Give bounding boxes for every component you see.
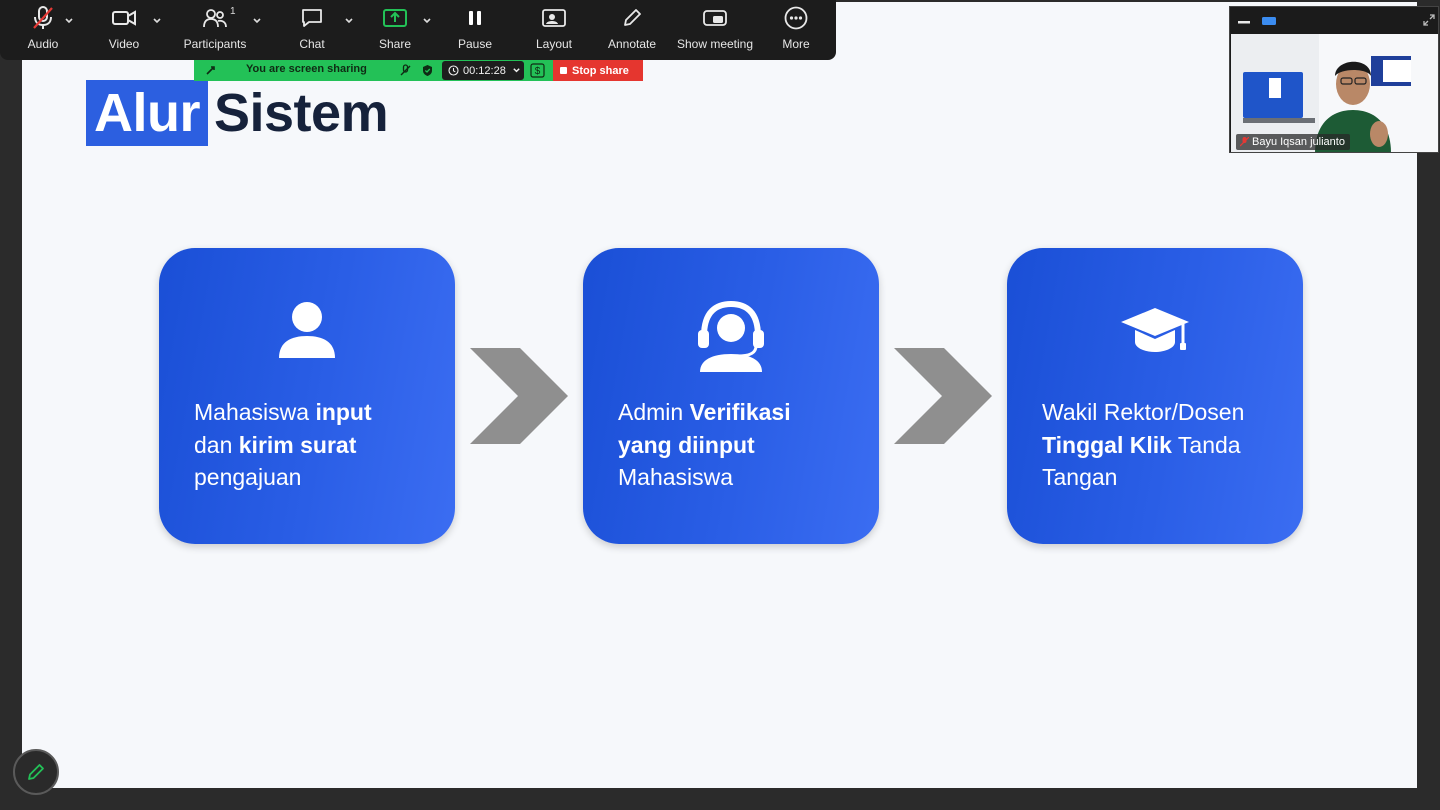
chevron-down-icon[interactable] [252, 16, 262, 26]
headset-support-icon [583, 300, 879, 374]
participants-label: Participants [183, 37, 247, 51]
step-card-admin-text: Admin Verifikasi yang diinput Mahasiswa [618, 399, 791, 490]
layout-button[interactable]: Layout [516, 0, 592, 60]
expand-icon[interactable] [1422, 13, 1436, 27]
annotate-button[interactable]: Annotate [592, 0, 672, 60]
video-button[interactable]: Video [86, 0, 162, 60]
pause-icon [434, 0, 516, 36]
step-card-rector-text: Wakil Rektor/Dosen Tinggal Klik Tanda Ta… [1042, 399, 1245, 490]
step-card-rector: Wakil Rektor/Dosen Tinggal Klik Tanda Ta… [1007, 248, 1303, 544]
participant-video-frame: Bayu Iqsan julianto [1231, 34, 1438, 152]
show-meeting-icon [672, 0, 758, 36]
participants-count: 1 [230, 6, 236, 17]
meeting-timer[interactable]: 00:12:28 [442, 61, 524, 80]
chevron-down-icon[interactable] [64, 16, 74, 26]
screen-sharing-bar: You are screen sharing 00:12:28 $ Stop s… [194, 60, 643, 81]
more-button[interactable]: More [758, 0, 834, 60]
pencil-icon [592, 0, 672, 36]
chat-bubble-icon [268, 0, 356, 36]
video-label: Video [108, 37, 140, 51]
share-label: Share [378, 37, 412, 51]
slide-title-highlight: Alur [86, 80, 208, 146]
audio-button[interactable]: Audio [0, 0, 86, 60]
participant-name-tag: Bayu Iqsan julianto [1236, 134, 1350, 150]
pencil-icon [28, 764, 44, 780]
chevron-arrow-icon [470, 348, 568, 444]
microphone-muted-icon [1240, 137, 1249, 147]
layout-icon [516, 0, 592, 36]
screen: Alur Sistem Mahasiswa input dan kirim su… [0, 0, 1440, 810]
stop-square-icon [560, 67, 567, 74]
show-meeting-label: Show meeting [676, 37, 754, 51]
step-card-admin: Admin Verifikasi yang diinput Mahasiswa [583, 248, 879, 544]
more-label: More [782, 37, 810, 51]
user-icon [159, 300, 455, 374]
chevron-arrow-icon [894, 348, 992, 444]
minimize-icon[interactable] [1238, 17, 1250, 25]
chat-button[interactable]: Chat [268, 0, 356, 60]
participant-video-thumbnail[interactable]: Bayu Iqsan julianto [1229, 6, 1439, 153]
chevron-down-icon [513, 68, 520, 73]
stop-share-label: Stop share [572, 64, 629, 77]
graduation-cap-icon [1007, 300, 1303, 374]
participants-button[interactable]: 1 Participants [162, 0, 268, 60]
video-view-icon[interactable] [1262, 16, 1276, 26]
stop-share-button[interactable]: Stop share [553, 60, 643, 81]
chevron-down-icon[interactable] [422, 16, 432, 26]
annotate-label: Annotate [607, 37, 657, 51]
slide-title-rest: Sistem [214, 83, 389, 143]
chevron-down-icon[interactable] [344, 16, 354, 26]
step-card-student-text: Mahasiswa input dan kirim surat pengajua… [194, 399, 372, 490]
svg-text:$: $ [535, 66, 541, 77]
participant-name: Bayu Iqsan julianto [1252, 136, 1345, 148]
audio-label: Audio [27, 37, 59, 51]
floating-annotate-button[interactable] [13, 749, 59, 795]
drag-handle-icon[interactable] [204, 64, 217, 77]
sharing-status-text: You are screen sharing [246, 63, 367, 75]
dollar-icon[interactable]: $ [530, 63, 545, 78]
layout-label: Layout [535, 37, 573, 51]
sharing-status[interactable]: You are screen sharing 00:12:28 $ [194, 60, 553, 81]
microphone-muted-icon[interactable] [399, 64, 412, 77]
chevron-down-icon[interactable] [152, 16, 162, 26]
clock-icon [448, 65, 459, 76]
pause-label: Pause [457, 37, 493, 51]
show-meeting-button[interactable]: Show meeting [672, 0, 758, 60]
pause-share-button[interactable]: Pause [434, 0, 516, 60]
meeting-timer-value: 00:12:28 [463, 64, 506, 77]
more-options-icon [758, 0, 834, 36]
share-button[interactable]: Share [356, 0, 434, 60]
video-camera-icon [86, 0, 162, 36]
slide-title: Alur Sistem [86, 80, 389, 146]
meeting-toolbar: Audio Video 1 Participants Chat Share Pa… [0, 0, 836, 60]
step-card-student: Mahasiswa input dan kirim surat pengajua… [159, 248, 455, 544]
video-thumbnail-header [1230, 7, 1438, 33]
shield-check-icon[interactable] [421, 64, 434, 77]
chat-label: Chat [299, 37, 325, 51]
shared-slide: Alur Sistem Mahasiswa input dan kirim su… [22, 2, 1417, 788]
